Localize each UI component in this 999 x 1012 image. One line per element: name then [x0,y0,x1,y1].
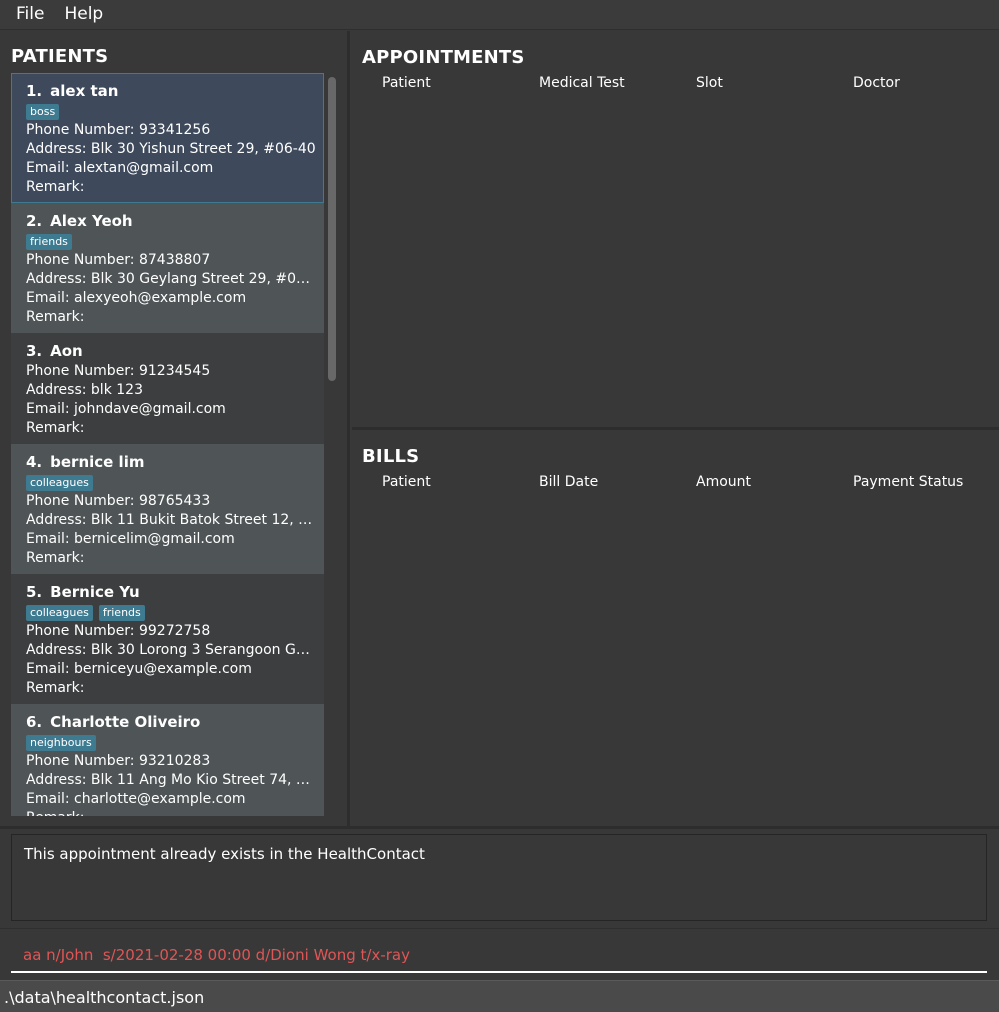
bills-title: BILLS [362,446,420,467]
appointments-title: APPOINTMENTS [362,47,525,68]
tag-list: colleagues [26,473,324,492]
tag-badge: neighbours [26,734,96,751]
patient-remark: Remark: [26,680,85,696]
patient-name-text: Aon [50,342,83,360]
column-header[interactable]: Amount [696,474,853,490]
patient-address: Address: Blk 30 Lorong 3 Serangoon Gard.… [26,642,318,658]
patient-name: 1. alex tan [26,80,323,102]
patient-remark: Remark: [26,420,85,436]
patient-name: 6. Charlotte Oliveiro [26,711,324,733]
patients-title: PATIENTS [11,46,109,67]
patient-address: Address: Blk 11 Ang Mo Kio Street 74, #1… [26,772,318,788]
patient-index: 3. [26,342,43,360]
patient-phone: Phone Number: 93341256 [26,122,211,138]
column-header[interactable]: Bill Date [539,474,696,490]
patient-remark: Remark: [26,809,318,816]
menu-bar: File Help [0,0,999,30]
patient-name-text: alex tan [50,82,119,100]
patient-address: Address: Blk 30 Yishun Street 29, #06-40 [26,141,316,157]
result-display: This appointment already exists in the H… [11,834,987,921]
patient-address: Address: Blk 11 Bukit Batok Street 12, #… [26,512,318,528]
patient-index: 5. [26,583,43,601]
tag-badge: colleagues [26,604,93,621]
patient-list[interactable]: 1. alex tan boss Phone Number: 93341256 Addr… [11,73,324,816]
patient-name: 3. Aon [26,340,324,362]
patient-remark: Remark: [26,179,85,195]
patient-email: Email: alextan@gmail.com [26,160,214,176]
status-bar: .\data\healthcontact.json [0,980,999,1012]
patient-email: Email: bernicelim@gmail.com [26,531,235,547]
bottom-divider [0,826,999,829]
column-header[interactable]: Medical Test [539,75,696,91]
patient-card[interactable]: 1. alex tan boss Phone Number: 93341256 Addr… [11,73,324,203]
patient-name-text: bernice lim [50,453,145,471]
column-header[interactable]: Patient [382,75,539,91]
patient-card[interactable]: 6. Charlotte Oliveiro neighbours Phone Numb… [11,704,324,816]
patient-card[interactable]: 4. bernice lim colleagues Phone Number: 987… [11,444,324,574]
patient-name-text: Bernice Yu [50,583,140,601]
patient-email: Email: charlotte@example.com [26,791,246,807]
command-input[interactable] [11,939,987,973]
tag-list: friends [26,232,324,251]
command-area [0,928,999,978]
patient-index: 4. [26,453,43,471]
patient-name-text: Alex Yeoh [50,212,133,230]
patient-name: 5. Bernice Yu [26,581,324,603]
menu-help[interactable]: Help [54,0,113,30]
patient-address: Address: Blk 30 Geylang Street 29, #06-4… [26,271,318,287]
patient-name: 4. bernice lim [26,451,324,473]
patient-name: 2. Alex Yeoh [26,210,324,232]
patient-card[interactable]: 2. Alex Yeoh friends Phone Number: 87438807… [11,203,324,333]
tag-list: boss [26,102,323,121]
tag-list: neighbours [26,733,324,752]
data-file-path: .\data\healthcontact.json [4,988,205,1007]
patient-index: 6. [26,713,43,731]
appointments-panel: APPOINTMENTS Patient Medical Test Slot D… [352,31,999,427]
patient-index: 2. [26,212,43,230]
patient-phone: Phone Number: 99272758 [26,623,211,639]
patient-phone: Phone Number: 87438807 [26,252,211,268]
patient-index: 1. [26,82,43,100]
tag-badge: boss [26,103,60,120]
patient-email: Email: alexyeoh@example.com [26,290,247,306]
patient-card[interactable]: 5. Bernice Yu colleagues friends Phone Numbe… [11,574,324,704]
patient-card[interactable]: 3. Aon Phone Number: 91234545 Address: blk … [11,333,324,444]
patient-phone: Phone Number: 93210283 [26,753,211,769]
column-header[interactable]: Patient [382,474,539,490]
patient-address: Address: blk 123 [26,382,143,398]
tag-badge: colleagues [26,474,93,491]
patient-name-text: Charlotte Oliveiro [50,713,201,731]
tag-badge: friends [98,604,145,621]
patient-remark: Remark: [26,550,85,566]
patient-email: Email: johndave@gmail.com [26,401,226,417]
patient-remark: Remark: [26,309,85,325]
column-header[interactable]: Payment Status [853,474,999,490]
patient-phone: Phone Number: 98765433 [26,493,211,509]
tag-list: colleagues friends [26,603,324,622]
appointments-table-header: Patient Medical Test Slot Doctor [382,75,999,91]
patient-email: Email: berniceyu@example.com [26,661,252,677]
tag-badge: friends [26,233,72,250]
patient-list-scrollbar[interactable] [327,73,337,816]
bills-table-header: Patient Bill Date Amount Payment Status [382,474,999,490]
bills-panel: BILLS Patient Bill Date Amount Payment S… [352,430,999,826]
column-header[interactable]: Doctor [853,75,999,91]
patients-panel: PATIENTS 1. alex tan boss Phone Number: 933… [0,31,350,826]
column-header[interactable]: Slot [696,75,853,91]
scrollbar-thumb[interactable] [328,77,336,381]
patient-phone: Phone Number: 91234545 [26,363,211,379]
menu-file[interactable]: File [6,0,54,30]
